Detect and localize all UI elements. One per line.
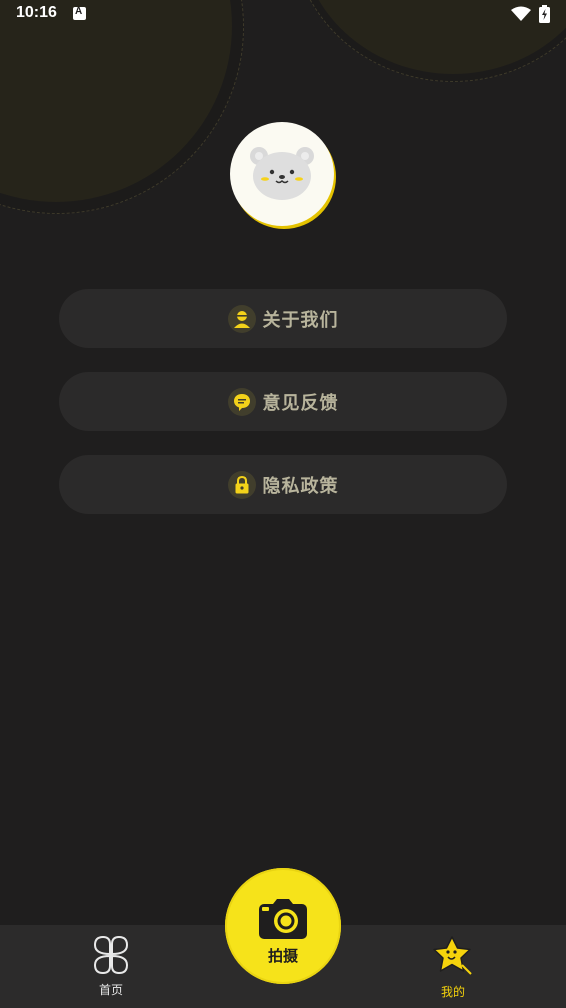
status-bar: 10:16 A <box>0 0 566 30</box>
about-us-button[interactable]: 关于我们 <box>59 289 507 348</box>
status-time: 10:16 <box>16 4 57 21</box>
camera-button[interactable]: 拍摄 <box>225 868 341 984</box>
nav-item-home[interactable]: 首页 <box>66 935 156 998</box>
profile-screen: 10:16 A 关于我们 意见反馈 隐私政策 首页 拍摄 我的 <box>0 0 566 1008</box>
lock-icon <box>227 470 256 499</box>
bear-face-icon <box>250 147 314 200</box>
feedback-button[interactable]: 意见反馈 <box>59 372 507 431</box>
nav-label-home: 首页 <box>98 983 123 997</box>
camera-label: 拍摄 <box>267 947 298 965</box>
wifi-icon <box>511 6 531 21</box>
clover-icon <box>93 935 129 975</box>
person-icon <box>227 304 256 333</box>
battery-charging-icon <box>539 5 550 23</box>
chat-bubble-icon <box>227 387 256 416</box>
notification-a-icon: A <box>73 6 86 20</box>
feedback-label: 意见反馈 <box>262 392 339 414</box>
star-icon <box>433 936 472 975</box>
privacy-policy-button[interactable]: 隐私政策 <box>59 455 507 514</box>
privacy-policy-label: 隐私政策 <box>262 475 339 497</box>
about-us-label: 关于我们 <box>262 309 339 331</box>
nav-item-mine[interactable]: 我的 <box>408 935 498 1000</box>
avatar[interactable] <box>230 122 334 226</box>
nav-label-mine: 我的 <box>440 985 465 999</box>
camera-icon <box>259 899 307 939</box>
decor-circle-left <box>0 0 232 202</box>
